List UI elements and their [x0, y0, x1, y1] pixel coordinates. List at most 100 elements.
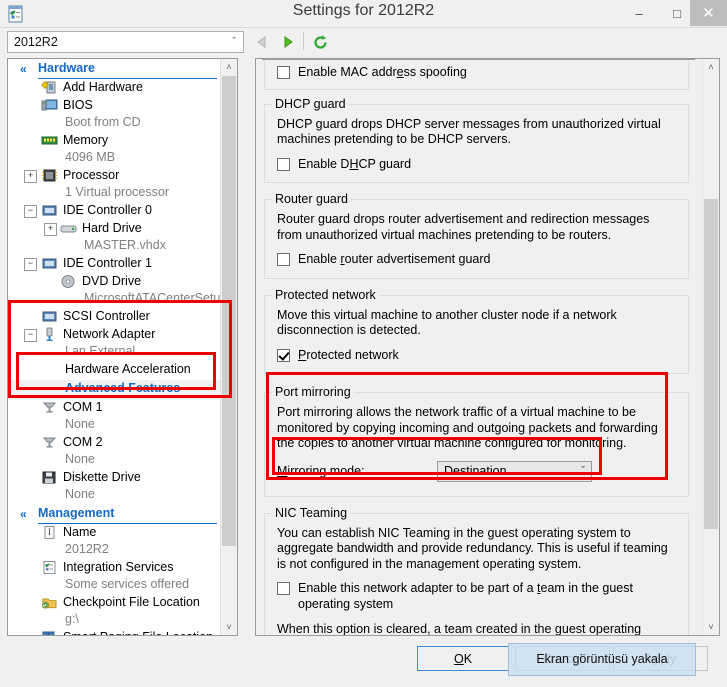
tree-group-management[interactable]: « Management — [8, 505, 221, 524]
tree-item-sublabel: MicrosoftATACenterSetup.... — [84, 291, 238, 305]
scroll-up-icon[interactable]: ˄ — [703, 59, 719, 75]
tree-item-label: BIOS — [63, 98, 93, 112]
settings-navigation-tree[interactable]: « Hardware Add Hardware BIOS Boot from C… — [7, 58, 238, 636]
tree-item-name[interactable]: I Name — [8, 524, 221, 542]
tree-item-sublabel: Some services offered — [65, 577, 190, 591]
tree-item-sublabel: MASTER.vhdx — [84, 238, 166, 252]
screenshot-capture-tooltip: Ekran görüntüsü yakala — [508, 643, 696, 676]
tree-item-sublabel-row: MicrosoftATACenterSetup.... — [8, 291, 237, 308]
tree-item-label: Memory — [63, 133, 109, 147]
tree-item-sublabel-row: Lan External — [8, 344, 221, 361]
tree-item-scsi-controller[interactable]: SCSI Controller — [8, 308, 221, 326]
tree-group-label: Management — [38, 506, 115, 520]
sidebar-scroll-thumb[interactable] — [222, 76, 236, 546]
tree-item-hard-drive[interactable]: + Hard Drive — [8, 220, 221, 238]
scroll-up-icon[interactable]: ˄ — [221, 59, 237, 75]
back-button[interactable] — [250, 31, 274, 53]
enable-nic-teaming-row[interactable]: Enable this network adapter to be part o… — [277, 581, 676, 612]
close-button[interactable]: ✕ — [690, 0, 727, 26]
tree-item-label: Smart Paging File Location — [63, 630, 213, 635]
minimize-button[interactable]: – — [620, 0, 658, 26]
scsi-controller-icon — [41, 309, 58, 324]
vm-selector[interactable]: 2012R2 ˇ — [7, 31, 244, 53]
forward-button[interactable] — [276, 31, 300, 53]
expander-icon[interactable]: − — [24, 258, 37, 271]
refresh-button[interactable] — [308, 31, 332, 53]
tree-item-com-2[interactable]: COM 2 — [8, 434, 221, 452]
tree-item-label: SCSI Controller — [63, 309, 150, 323]
close-icon: ✕ — [702, 5, 715, 22]
protected-network-row[interactable]: Protected network — [277, 348, 676, 364]
mirroring-mode-value: Destination — [444, 463, 507, 478]
dhcp-guard-title: DHCP guard — [272, 96, 349, 111]
tree-item-checkpoint-file-location[interactable]: Checkpoint File Location — [8, 594, 221, 612]
tree-item-sublabel-row: g:\ — [8, 612, 221, 629]
tree-item-label: IDE Controller 0 — [63, 203, 152, 217]
enable-router-guard-label: Enable router advertisement guard — [298, 252, 491, 266]
tree-item-diskette-drive[interactable]: Diskette Drive — [8, 469, 221, 487]
forward-arrow-icon — [284, 36, 293, 48]
chevron-down-icon: ˇ — [232, 36, 236, 48]
tree-item-ide-controller-1[interactable]: − IDE Controller 1 — [8, 255, 221, 273]
dvd-drive-icon — [60, 274, 77, 289]
mirroring-mode-select[interactable]: Destination ˇ — [437, 460, 592, 482]
collapse-chevron-icon: « — [20, 62, 27, 76]
tree-item-add-hardware[interactable]: Add Hardware — [8, 79, 221, 97]
tree-group-hardware[interactable]: « Hardware — [8, 60, 221, 79]
enable-router-guard-checkbox[interactable] — [277, 253, 290, 266]
expander-icon[interactable]: + — [24, 170, 37, 183]
sidebar-scrollbar[interactable]: ˄ ˅ — [220, 59, 237, 635]
tree-item-ide-controller-0[interactable]: − IDE Controller 0 — [8, 202, 221, 220]
tree-item-sublabel-row: None — [8, 417, 221, 434]
refresh-icon — [313, 34, 327, 49]
detail-scroll-thumb[interactable] — [704, 199, 718, 529]
name-icon: I — [41, 525, 58, 540]
enable-router-guard-row[interactable]: Enable router advertisement guard — [277, 252, 676, 268]
enable-mac-spoofing-checkbox[interactable] — [277, 66, 290, 79]
settings-window: Settings for 2012R2 – □ ✕ 2012R2 ˇ « Har… — [0, 0, 727, 687]
tree-item-network-adapter[interactable]: − Network Adapter — [8, 326, 221, 344]
protected-network-group: Protected network Move this virtual mach… — [264, 287, 689, 374]
enable-mac-spoofing-row[interactable]: Enable MAC address spoofing — [277, 65, 676, 81]
expander-icon[interactable]: − — [24, 205, 37, 218]
detail-scrollbar[interactable]: ˄ ˅ — [702, 59, 719, 635]
mirroring-mode-label: Mirroring mode: — [277, 464, 365, 478]
tree-item-advanced-features[interactable]: Advanced Features — [8, 380, 221, 399]
tree-item-bios[interactable]: BIOS — [8, 97, 221, 115]
com-port-icon — [41, 400, 58, 415]
toolbar-divider — [303, 32, 304, 50]
tree-item-sublabel: None — [65, 487, 95, 501]
tree-item-label: Add Hardware — [63, 80, 143, 94]
checkpoint-folder-icon — [41, 595, 58, 610]
tree-item-label: Checkpoint File Location — [63, 595, 200, 609]
expander-icon[interactable]: + — [44, 223, 57, 236]
tree-item-sublabel: 4096 MB — [65, 150, 116, 164]
scroll-down-icon[interactable]: ˅ — [703, 619, 719, 635]
diskette-drive-icon — [41, 470, 58, 485]
enable-dhcp-guard-row[interactable]: Enable DHCP guard — [277, 157, 676, 173]
com-port-icon — [41, 435, 58, 450]
tree-item-integration-services[interactable]: Integration Services — [8, 559, 221, 577]
tree-item-hardware-acceleration[interactable]: Hardware Acceleration — [8, 361, 221, 380]
tree-item-processor[interactable]: + Processor — [8, 167, 221, 185]
tree-item-label: COM 1 — [63, 400, 103, 414]
port-mirroring-group: Port mirroring Port mirroring allows the… — [264, 385, 689, 497]
ide-controller-icon — [41, 203, 58, 218]
enable-dhcp-guard-checkbox[interactable] — [277, 157, 290, 171]
detail-content: Enable MAC address spoofing DHCP guard D… — [256, 59, 697, 635]
tree-item-label: Network Adapter — [63, 327, 156, 341]
tree-item-smart-paging-file-location[interactable]: Smart Paging File Location — [8, 629, 221, 635]
tree-item-dvd-drive[interactable]: DVD Drive — [8, 273, 221, 291]
expander-icon[interactable]: − — [24, 329, 37, 342]
protected-network-checkbox[interactable] — [277, 348, 290, 362]
ok-button[interactable]: OK — [417, 646, 509, 671]
tree-item-com-1[interactable]: COM 1 — [8, 399, 221, 417]
tree-item-sublabel-row: 4096 MB — [8, 150, 221, 167]
tooltip-label: Ekran görüntüsü yakala — [536, 652, 668, 666]
mirroring-mode-row: Mirroring mode: Destination ˇ — [277, 460, 676, 482]
tree-item-memory[interactable]: Memory — [8, 132, 221, 150]
scroll-down-icon[interactable]: ˅ — [221, 619, 237, 635]
enable-nic-teaming-checkbox[interactable] — [277, 582, 290, 595]
tree-item-label: Hard Drive — [82, 221, 142, 235]
hard-drive-icon — [60, 221, 77, 236]
